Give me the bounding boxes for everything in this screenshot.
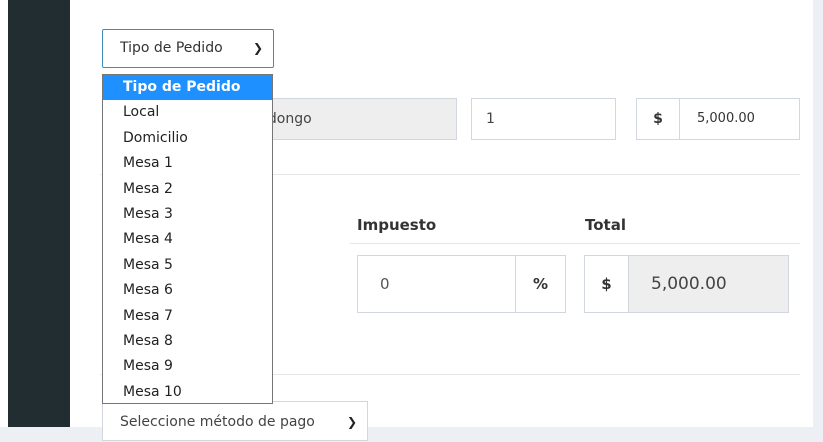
- tax-label: Impuesto: [357, 216, 437, 234]
- right-gutter: [813, 0, 823, 427]
- percent-addon: %: [515, 255, 566, 313]
- percent-sign: %: [532, 275, 549, 293]
- dropdown-option[interactable]: Mesa 8: [103, 329, 272, 354]
- dropdown-option[interactable]: Mesa 2: [103, 177, 272, 202]
- sidebar: [8, 0, 70, 427]
- payment-method-select[interactable]: Seleccione método de pago ❯: [102, 401, 368, 441]
- dollar-sign: $: [601, 275, 612, 293]
- order-type-dropdown-list: Tipo de Pedido Local Domicilio Mesa 1 Me…: [102, 74, 273, 404]
- dropdown-option[interactable]: Tipo de Pedido: [103, 75, 272, 101]
- quantity-value: 1: [486, 111, 495, 127]
- quantity-field[interactable]: 1: [471, 98, 616, 140]
- tax-input[interactable]: 0: [357, 255, 516, 313]
- total-value: 5,000.00: [651, 274, 727, 294]
- payment-method-placeholder: Seleccione método de pago: [120, 414, 315, 430]
- dropdown-option[interactable]: Mesa 1: [103, 151, 272, 176]
- total-field: 5,000.00: [628, 255, 789, 313]
- chevron-down-icon: ❯: [252, 41, 263, 55]
- total-currency-addon: $: [584, 255, 629, 313]
- dropdown-option[interactable]: Mesa 5: [103, 253, 272, 278]
- dropdown-option[interactable]: Mesa 9: [103, 354, 272, 379]
- dropdown-option[interactable]: Local: [103, 100, 272, 125]
- dropdown-option[interactable]: Mesa 6: [103, 278, 272, 303]
- dropdown-option[interactable]: Mesa 7: [103, 304, 272, 329]
- dropdown-option[interactable]: Mesa 3: [103, 202, 272, 227]
- chevron-down-icon: ❯: [346, 415, 357, 429]
- total-label: Total: [585, 216, 626, 234]
- order-type-select[interactable]: Tipo de Pedido ❯: [102, 29, 274, 68]
- price-value: 5,000.00: [697, 111, 755, 126]
- price-field[interactable]: 5,000.00: [679, 98, 800, 140]
- window-edge: [0, 0, 8, 427]
- tax-value: 0: [380, 275, 390, 293]
- dropdown-option[interactable]: Mesa 10: [103, 380, 272, 405]
- dollar-sign: $: [653, 111, 663, 127]
- price-currency-addon: $: [636, 98, 680, 140]
- dropdown-option[interactable]: Domicilio: [103, 126, 272, 151]
- order-type-select-value: Tipo de Pedido: [120, 40, 223, 56]
- dropdown-option[interactable]: Mesa 4: [103, 227, 272, 252]
- totals-header-divider: [350, 243, 800, 244]
